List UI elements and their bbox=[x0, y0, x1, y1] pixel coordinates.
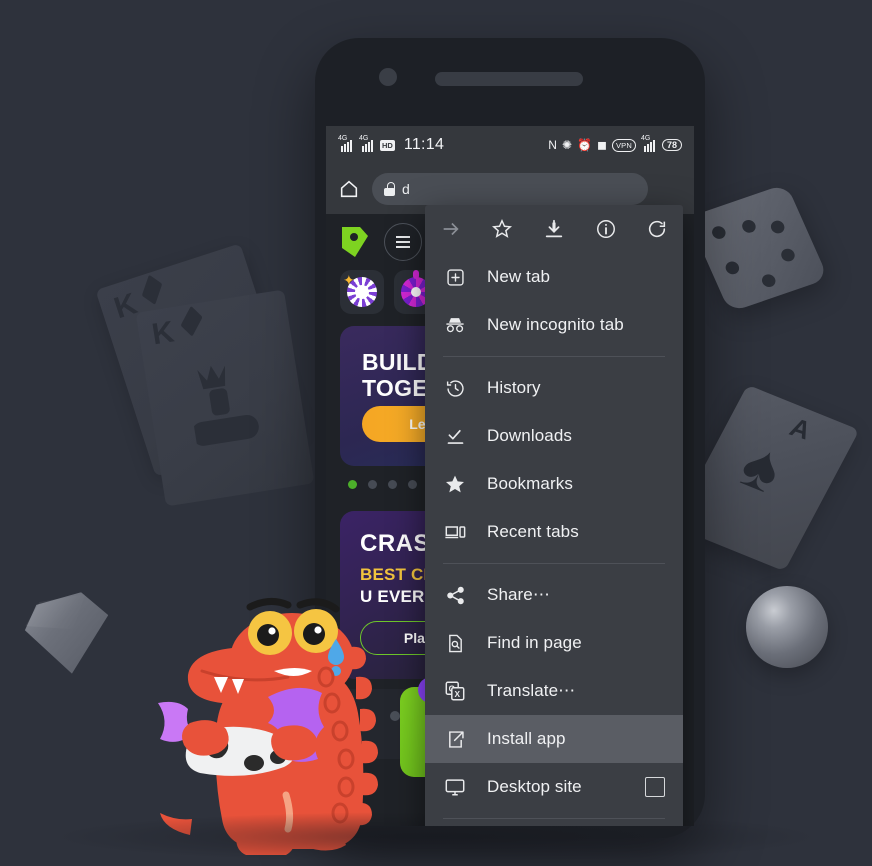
menu-item-new-incognito-tab[interactable]: New incognito tab bbox=[425, 301, 683, 349]
svg-text:X: X bbox=[455, 690, 461, 699]
menu-item-label: Bookmarks bbox=[487, 474, 573, 493]
battery-indicator: 78 bbox=[661, 139, 682, 151]
browser-overflow-menu: New tab New incognito tab History Downlo… bbox=[425, 205, 683, 826]
carousel-dot[interactable] bbox=[388, 480, 397, 489]
history-clock-icon bbox=[443, 376, 467, 400]
url-value: d bbox=[402, 181, 410, 197]
carousel-dot[interactable] bbox=[348, 480, 357, 489]
plus-square-icon bbox=[443, 265, 467, 289]
hamburger-menu[interactable] bbox=[384, 223, 422, 261]
menu-item-translate[interactable]: G X Translate⋯ bbox=[425, 667, 683, 715]
signal-2-icon: 4G bbox=[359, 135, 375, 152]
menu-separator bbox=[443, 563, 665, 564]
menu-item-label: History bbox=[487, 378, 541, 397]
download-check-icon bbox=[443, 424, 467, 448]
desktop-monitor-icon bbox=[443, 775, 467, 799]
menu-item-label: Desktop site bbox=[487, 777, 582, 796]
menu-item-bookmarks[interactable]: Bookmarks bbox=[425, 460, 683, 508]
reload-icon[interactable] bbox=[645, 217, 669, 241]
alarm-icon: ⏰ bbox=[577, 138, 592, 152]
menu-item-recent-tabs[interactable]: Recent tabs bbox=[425, 508, 683, 556]
diamond-suit-icon bbox=[180, 305, 203, 337]
signal-1-icon: 4G bbox=[338, 135, 354, 152]
king-figure-icon bbox=[191, 365, 259, 446]
carousel-dot[interactable] bbox=[368, 480, 377, 489]
menu-item-desktop-site[interactable]: Desktop site bbox=[425, 763, 683, 811]
nfc-icon: N bbox=[548, 138, 557, 152]
spiral-game-icon[interactable]: ✦ bbox=[340, 270, 384, 314]
pool-ball-sphere bbox=[746, 586, 828, 668]
menu-item-label: Downloads bbox=[487, 426, 573, 445]
status-bar: 4G 4G HD 11:14 N ✺ ⏰ ◼ VPN 4G 78 bbox=[326, 126, 694, 164]
menu-item-new-tab[interactable]: New tab bbox=[425, 253, 683, 301]
download-icon[interactable] bbox=[542, 217, 566, 241]
translate-icon: G X bbox=[443, 679, 467, 703]
menu-item-label: Share⋯ bbox=[487, 585, 550, 604]
incognito-icon bbox=[443, 313, 467, 337]
url-bar[interactable]: BUILD TH d bbox=[372, 173, 648, 205]
menu-item-label: New tab bbox=[487, 267, 551, 286]
menu-item-install-app[interactable]: Install app bbox=[425, 715, 683, 763]
menu-item-downloads[interactable]: Downloads bbox=[425, 412, 683, 460]
menu-item-find-in-page[interactable]: Find in page bbox=[425, 619, 683, 667]
menu-item-label: Install app bbox=[487, 729, 566, 748]
card-rank-k: K bbox=[149, 315, 177, 352]
install-app-icon bbox=[443, 727, 467, 751]
screenshot-stage: K K A ♠ 4G 4G HD 11:14 N ✺ ⏰ ◼ VPN 4G 78… bbox=[0, 0, 872, 866]
forward-arrow-icon[interactable] bbox=[439, 217, 463, 241]
find-page-icon bbox=[443, 631, 467, 655]
menu-separator bbox=[443, 818, 665, 819]
playing-card-king-front: K bbox=[135, 289, 315, 507]
share-icon bbox=[443, 583, 467, 607]
dice-cube bbox=[687, 183, 829, 313]
vibrate-icon: ◼ bbox=[596, 138, 607, 152]
desktop-site-checkbox[interactable] bbox=[645, 777, 665, 797]
bluetooth-icon: ✺ bbox=[561, 138, 573, 152]
hd-voice-icon: HD bbox=[380, 139, 395, 151]
menu-separator bbox=[443, 356, 665, 357]
front-camera bbox=[379, 68, 397, 86]
lock-icon bbox=[384, 182, 395, 196]
status-clock: 11:14 bbox=[403, 136, 445, 153]
menu-item-label: Find in page bbox=[487, 633, 582, 652]
menu-item-label: Translate⋯ bbox=[487, 681, 576, 700]
diamond-suit-icon bbox=[141, 274, 163, 305]
site-logo[interactable] bbox=[340, 225, 370, 259]
menu-item-share[interactable]: Share⋯ bbox=[425, 571, 683, 619]
menu-item-label: Recent tabs bbox=[487, 522, 579, 541]
star-filled-icon bbox=[443, 472, 467, 496]
star-icon[interactable] bbox=[490, 217, 514, 241]
earpiece-speaker bbox=[435, 72, 583, 86]
home-icon[interactable] bbox=[336, 176, 362, 202]
vpn-icon: VPN bbox=[611, 138, 636, 152]
info-icon[interactable] bbox=[594, 217, 618, 241]
menu-item-label: New incognito tab bbox=[487, 315, 624, 334]
carousel-dot[interactable] bbox=[408, 480, 417, 489]
devices-icon bbox=[443, 520, 467, 544]
menu-item-history[interactable]: History bbox=[425, 364, 683, 412]
spade-suit-icon: ♠ bbox=[728, 427, 797, 507]
signal-3-icon: 4G bbox=[641, 135, 657, 152]
